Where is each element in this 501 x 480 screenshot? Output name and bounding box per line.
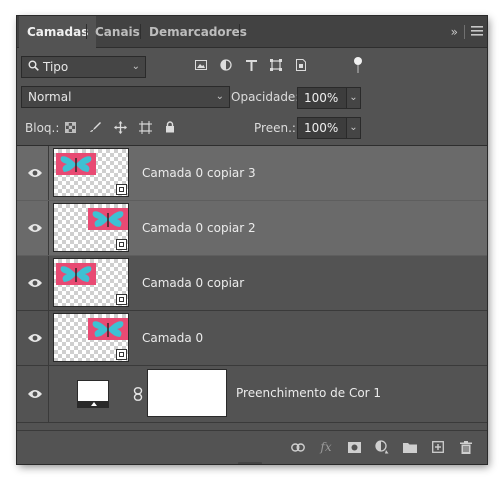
- layer-name[interactable]: Preenchimento de Cor 1: [236, 366, 381, 421]
- blend-mode-dropdown[interactable]: Normal ⌄: [21, 86, 230, 108]
- fill-chevron-icon[interactable]: ⌄: [347, 117, 361, 139]
- layer-thumbnail[interactable]: [53, 203, 129, 252]
- smart-object-filter-icon[interactable]: [295, 58, 307, 72]
- layer-name[interactable]: Camada 0 copiar: [142, 256, 244, 311]
- filter-kind-value: Tipo: [43, 60, 69, 74]
- row-divider: [48, 366, 49, 422]
- lock-artboard-icon[interactable]: [138, 120, 152, 134]
- layer-row[interactable]: Camada 0 copiar: [17, 256, 487, 311]
- adjustment-layer-filter-icon[interactable]: [220, 58, 232, 72]
- layer-name[interactable]: Camada 0 copiar 2: [142, 201, 256, 256]
- add-mask-icon[interactable]: [347, 440, 361, 454]
- smart-object-badge-icon: [116, 349, 127, 360]
- blend-mode-value: Normal: [28, 90, 72, 104]
- delete-layer-icon[interactable]: [459, 440, 473, 454]
- butterfly-image: [56, 153, 96, 175]
- filter-icons: [195, 58, 307, 72]
- filter-row: Tipo ⌄: [17, 54, 487, 80]
- shape-layer-filter-icon[interactable]: [270, 58, 282, 72]
- row-divider: [48, 256, 49, 310]
- layer-row[interactable]: Camada 0 copiar 3: [17, 146, 487, 201]
- search-icon: [28, 57, 39, 77]
- link-layers-icon[interactable]: [291, 440, 305, 454]
- layer-style-fx-icon[interactable]: fx: [319, 440, 333, 454]
- tab-demarcadores[interactable]: Demarcadores: [141, 16, 255, 47]
- type-layer-filter-icon[interactable]: [245, 58, 257, 72]
- smart-object-badge-icon: [116, 184, 127, 195]
- opacity-input[interactable]: 100%: [297, 87, 347, 109]
- layer-thumbnail[interactable]: [53, 148, 129, 197]
- eye-icon[interactable]: [27, 277, 43, 289]
- lock-all-icon[interactable]: [163, 120, 177, 134]
- color-fill-thumbnail[interactable]: [77, 380, 109, 408]
- butterfly-image: [88, 318, 128, 340]
- new-layer-icon[interactable]: [431, 440, 445, 454]
- row-divider: [48, 201, 49, 255]
- lock-label: Bloq.:: [25, 121, 60, 135]
- new-group-folder-icon[interactable]: [403, 440, 417, 454]
- eye-icon[interactable]: [27, 388, 43, 400]
- fill-input[interactable]: 100%: [297, 117, 347, 139]
- layer-thumbnail[interactable]: [53, 258, 129, 307]
- row-divider: [48, 146, 49, 200]
- opacity-label: Opacidade:: [231, 90, 300, 104]
- tabbar-controls: »: [451, 23, 483, 41]
- fill-label: Preen.:: [254, 121, 296, 135]
- chain-link-icon[interactable]: [133, 387, 143, 401]
- smart-object-badge-icon: [116, 239, 127, 250]
- opacity-chevron-icon[interactable]: ⌄: [347, 87, 361, 109]
- footer-icons: fx: [291, 440, 473, 454]
- row-divider: [48, 311, 49, 365]
- toggle-bar: [357, 65, 359, 73]
- chevron-down-icon: ⌄: [215, 91, 224, 102]
- lock-image-pixels-icon[interactable]: [88, 120, 102, 134]
- layer-row[interactable]: Camada 0 copiar 2: [17, 201, 487, 256]
- smart-object-badge-icon: [116, 294, 127, 305]
- panel-menu-icon[interactable]: [471, 25, 483, 39]
- panel-footer: fx: [17, 430, 487, 464]
- blend-row: Normal ⌄ Opacidade: 100% ⌄: [17, 86, 487, 110]
- layer-name[interactable]: Camada 0: [142, 311, 203, 366]
- layer-thumbnail[interactable]: [53, 313, 129, 362]
- butterfly-image: [88, 208, 128, 230]
- tab-canais[interactable]: Canais: [87, 16, 148, 47]
- layer-row[interactable]: Camada 0: [17, 311, 487, 366]
- chevron-down-icon: ⌄: [131, 61, 140, 72]
- lock-icons: [63, 120, 177, 134]
- lock-position-icon[interactable]: [113, 120, 127, 134]
- layers-panel: Camadas Canais Demarcadores » Tipo ⌄ Nor…: [17, 16, 487, 464]
- toggle-knob: [354, 57, 362, 65]
- eye-icon[interactable]: [27, 332, 43, 344]
- lock-row: Bloq.: Preen.: 100% ⌄: [17, 117, 487, 139]
- eye-icon[interactable]: [27, 167, 43, 179]
- tab-separator: [239, 24, 240, 39]
- resize-grip[interactable]: [238, 462, 262, 464]
- fill-swatch-bar: [78, 401, 108, 407]
- collapse-arrows-icon[interactable]: »: [451, 25, 458, 39]
- filter-toggle[interactable]: [353, 57, 363, 75]
- layers-list: Camada 0 copiar 3 Camada 0 copiar 2 Cama…: [17, 145, 487, 431]
- fill-layer-row[interactable]: Preenchimento de Cor 1: [17, 366, 487, 423]
- tab-camadas[interactable]: Camadas: [19, 16, 97, 48]
- filter-kind-dropdown[interactable]: Tipo ⌄: [21, 56, 146, 78]
- lock-transparent-pixels-icon[interactable]: [63, 120, 77, 134]
- tabbar-divider: [464, 25, 465, 39]
- eye-icon[interactable]: [27, 222, 43, 234]
- layer-mask-thumbnail[interactable]: [147, 369, 227, 417]
- tab-bar: Camadas Canais Demarcadores »: [17, 16, 487, 48]
- pixel-layer-filter-icon[interactable]: [195, 58, 207, 72]
- butterfly-image: [56, 263, 96, 285]
- layer-name[interactable]: Camada 0 copiar 3: [142, 146, 256, 201]
- new-adjustment-layer-icon[interactable]: [375, 440, 389, 454]
